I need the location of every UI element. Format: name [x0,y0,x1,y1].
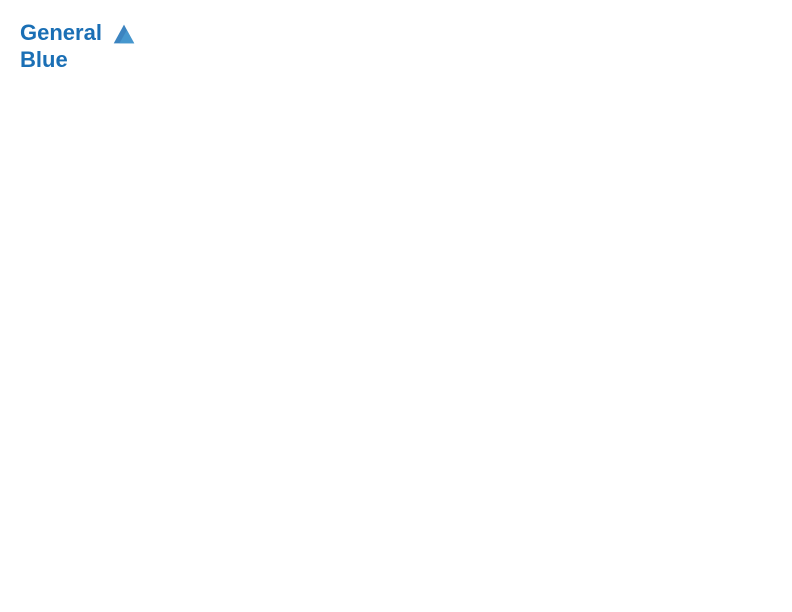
logo-text-blue: Blue [20,48,138,72]
logo-text: General [20,20,138,48]
header: General Blue [20,20,772,72]
logo: General Blue [20,20,138,72]
